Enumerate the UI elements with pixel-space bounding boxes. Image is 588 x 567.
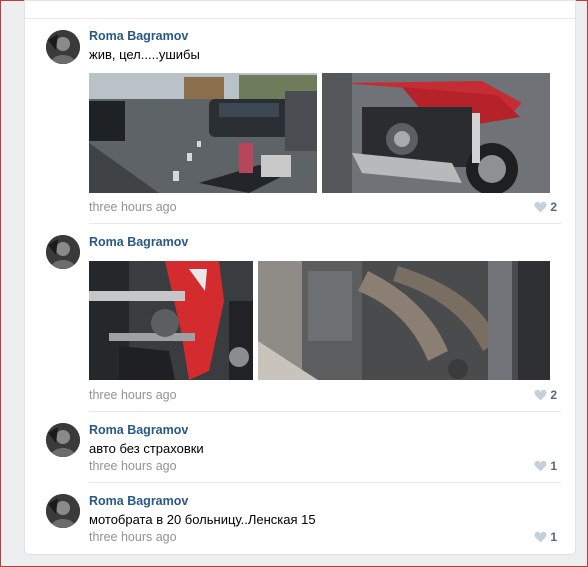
- comment-photo[interactable]: [258, 261, 550, 380]
- like-count: 2: [550, 200, 557, 214]
- divider: [89, 482, 561, 483]
- heart-icon: [534, 201, 547, 213]
- heart-icon: [534, 531, 547, 543]
- comment-timestamp[interactable]: three hours ago: [89, 200, 177, 214]
- divider: [25, 18, 575, 19]
- divider: [89, 223, 561, 224]
- comment-author[interactable]: Roma Bagramov: [89, 235, 188, 249]
- like-count: 1: [550, 530, 557, 544]
- avatar[interactable]: [46, 235, 80, 269]
- avatar[interactable]: [46, 423, 80, 457]
- like-button[interactable]: 2: [534, 200, 557, 214]
- comment-author[interactable]: Roma Bagramov: [89, 29, 188, 43]
- comment-timestamp[interactable]: three hours ago: [89, 530, 177, 544]
- comment-text: жив, цел.....ушибы: [89, 47, 200, 62]
- comment-timestamp[interactable]: three hours ago: [89, 388, 177, 402]
- divider: [89, 411, 561, 412]
- comment-text: авто без страховки: [89, 441, 204, 456]
- like-button[interactable]: 1: [534, 459, 557, 473]
- comment-timestamp[interactable]: three hours ago: [89, 459, 177, 473]
- like-count: 1: [550, 459, 557, 473]
- comment-photo[interactable]: [89, 261, 253, 380]
- like-button[interactable]: 2: [534, 388, 557, 402]
- comment-text: мотобрата в 20 больницу..Ленская 15: [89, 512, 316, 527]
- comment-author[interactable]: Roma Bagramov: [89, 423, 188, 437]
- avatar[interactable]: [46, 30, 80, 64]
- heart-icon: [534, 389, 547, 401]
- comments-panel: Roma Bagramov жив, цел.....ушибы three h…: [25, 1, 575, 554]
- comment-author[interactable]: Roma Bagramov: [89, 494, 188, 508]
- comment-photo[interactable]: [89, 73, 317, 193]
- like-button[interactable]: 1: [534, 530, 557, 544]
- avatar[interactable]: [46, 494, 80, 528]
- heart-icon: [534, 460, 547, 472]
- comment-photo[interactable]: [322, 73, 550, 193]
- like-count: 2: [550, 388, 557, 402]
